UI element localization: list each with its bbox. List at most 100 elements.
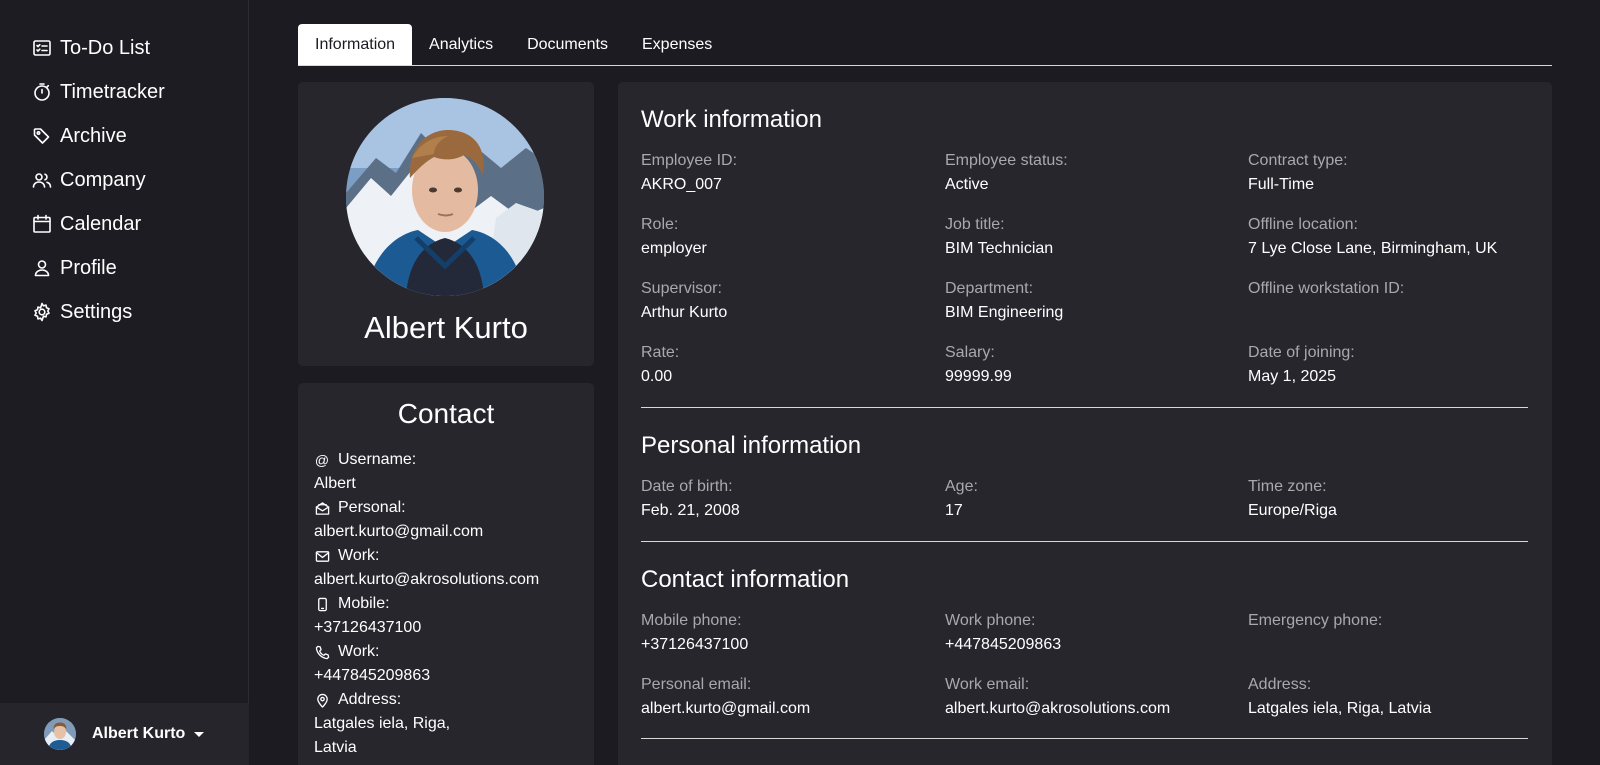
field-employee-id: Employee ID: AKRO_007 <box>641 151 931 195</box>
field-value: 99999.99 <box>945 368 1012 385</box>
field-date-of-birth: Date of birth: Feb. 21, 2008 <box>641 477 931 521</box>
contact-work-email-row: Work: <box>314 544 584 568</box>
field-label: Contract type: <box>1248 152 1348 169</box>
contact-label: Work: <box>338 643 380 660</box>
tab-information[interactable]: Information <box>298 24 413 65</box>
field-value: 17 <box>945 502 963 519</box>
field-label: Role: <box>641 216 679 233</box>
contact-address-line-1: Latgales iela, Riga, <box>314 715 451 732</box>
field-rate: Rate: 0.00 <box>641 343 931 387</box>
location-pin-icon <box>314 692 330 708</box>
field-value: albert.kurto@akrosolutions.com <box>945 700 1171 717</box>
contact-work-email-value[interactable]: albert.kurto@akrosolutions.com <box>314 568 584 592</box>
caret-down-icon <box>194 731 205 737</box>
field-personal-email: Personal email: albert.kurto@gmail.com <box>641 675 931 719</box>
profile-card: Albert Kurto <box>298 82 594 366</box>
personal-information-section: Personal information Date of birth: Feb.… <box>641 432 1528 519</box>
field-value: +37126437100 <box>641 636 749 653</box>
contact-username-row: @ Username: <box>314 448 584 472</box>
field-label: Department: <box>945 280 1034 297</box>
section-title: Contact information <box>641 566 850 593</box>
field-work-phone: Work phone: +447845209863 <box>945 611 1235 655</box>
user-name: Albert Kurto <box>92 725 186 742</box>
field-department: Department: BIM Engineering <box>945 279 1235 323</box>
contact-personal-row: Personal: <box>314 496 584 520</box>
field-value: BIM Engineering <box>945 304 1064 321</box>
field-label: Job title: <box>945 216 1005 233</box>
tab-documents[interactable]: Documents <box>510 24 625 65</box>
sidebar-item-timetracker[interactable]: Timetracker <box>0 70 249 114</box>
contact-work-phone-value[interactable]: +447845209863 <box>314 664 584 688</box>
field-label: Age: <box>945 478 978 495</box>
field-label: Salary: <box>945 344 995 361</box>
contact-personal-value[interactable]: albert.kurto@gmail.com <box>314 520 584 544</box>
sidebar-item-label: Calendar <box>60 212 142 235</box>
field-label: Address: <box>1248 676 1312 693</box>
field-label: Mobile phone: <box>641 612 742 629</box>
sidebar-item-label: Archive <box>60 124 127 147</box>
field-mobile-phone: Mobile phone: +37126437100 <box>641 611 931 655</box>
sidebar-item-company[interactable]: Company <box>0 158 249 202</box>
field-value: albert.kurto@gmail.com <box>641 700 811 717</box>
phone-icon <box>314 644 330 660</box>
field-value: Latgales iela, Riga, Latvia <box>1248 700 1432 717</box>
field-label: Date of birth: <box>641 478 733 495</box>
field-label: Work phone: <box>945 612 1036 629</box>
field-value: employer <box>641 240 707 257</box>
sidebar-item-label: Timetracker <box>60 80 165 103</box>
contact-address-line-2: Latvia <box>314 739 357 756</box>
tab-analytics[interactable]: Analytics <box>412 24 510 65</box>
sidebar-item-calendar[interactable]: Calendar <box>0 202 249 246</box>
contact-card: Contact @ Username: Albert Personal: alb… <box>298 383 594 765</box>
field-role: Role: employer <box>641 215 931 259</box>
field-value: AKRO_007 <box>641 176 722 193</box>
contact-mobile-value[interactable]: +37126437100 <box>314 616 584 640</box>
section-divider <box>641 738 1528 739</box>
mobile-icon <box>314 596 330 612</box>
field-age: Age: 17 <box>945 477 1235 521</box>
field-value: Europe/Riga <box>1248 502 1337 519</box>
contact-label: Username: <box>338 451 417 468</box>
field-contract-type: Contract type: Full-Time <box>1248 151 1538 195</box>
sidebar-item-todo-list[interactable]: To-Do List <box>0 26 249 70</box>
field-job-title: Job title: BIM Technician <box>945 215 1235 259</box>
information-card: Work information Employee ID: AKRO_007 E… <box>618 82 1552 765</box>
field-offline-workstation-id: Offline workstation ID: <box>1248 279 1538 323</box>
field-value: Full-Time <box>1248 176 1315 193</box>
sidebar: To-Do List Timetracker Archive Company C… <box>0 0 249 765</box>
field-offline-location: Offline location: 7 Lye Close Lane, Birm… <box>1248 215 1538 259</box>
sidebar-item-archive[interactable]: Archive <box>0 114 249 158</box>
field-label: Work email: <box>945 676 1030 693</box>
field-label: Personal email: <box>641 676 752 693</box>
sidebar-item-label: To-Do List <box>60 36 151 59</box>
sidebar-item-profile[interactable]: Profile <box>0 246 249 290</box>
tab-expenses[interactable]: Expenses <box>625 24 729 65</box>
work-information-section: Work information Employee ID: AKRO_007 E… <box>641 106 1528 385</box>
field-employee-status: Employee status: Active <box>945 151 1235 195</box>
field-label: Employee ID: <box>641 152 738 169</box>
contact-title: Contact <box>397 398 495 429</box>
field-label: Rate: <box>641 344 680 361</box>
mail-icon <box>314 548 330 564</box>
field-value: May 1, 2025 <box>1248 368 1337 385</box>
user-menu[interactable]: Albert Kurto <box>0 703 249 765</box>
section-divider <box>641 407 1528 408</box>
avatar <box>44 718 76 750</box>
field-label: Offline location: <box>1248 216 1358 233</box>
contact-label: Personal: <box>338 499 406 516</box>
field-label: Offline workstation ID: <box>1248 280 1405 297</box>
field-label: Date of joining: <box>1248 344 1355 361</box>
tag-icon <box>31 125 53 147</box>
field-date-of-joining: Date of joining: May 1, 2025 <box>1248 343 1538 387</box>
sidebar-item-settings[interactable]: Settings <box>0 290 249 334</box>
tab-bar: Information Analytics Documents Expenses <box>298 24 1552 66</box>
field-label: Time zone: <box>1248 478 1327 495</box>
sidebar-item-label: Company <box>60 168 146 191</box>
field-value: BIM Technician <box>945 240 1054 257</box>
contact-mobile-row: Mobile: <box>314 592 584 616</box>
section-title: Work information <box>641 106 822 133</box>
field-value: Active <box>945 176 989 193</box>
calendar-icon <box>31 213 53 235</box>
sidebar-item-label: Profile <box>60 256 117 279</box>
contact-information-section: Contact information Mobile phone: +37126… <box>641 566 1528 717</box>
